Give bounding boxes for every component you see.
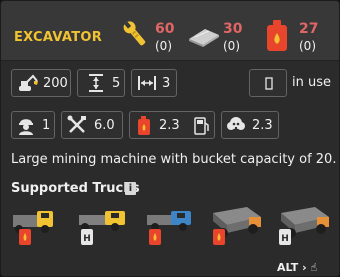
alt-label: ALT xyxy=(277,261,299,274)
height-value: 5 xyxy=(112,76,121,91)
fuel-value: 2.3 xyxy=(159,118,180,133)
truck-yellow-small-icon[interactable] xyxy=(9,203,69,247)
tools-icon xyxy=(67,115,86,133)
gas-pump-icon xyxy=(194,117,209,135)
pollution-value: 2.3 xyxy=(252,118,273,133)
capacity-stat: 200 xyxy=(11,69,71,97)
steel-plate-icon xyxy=(189,29,219,47)
wrench-available: (0) xyxy=(155,39,172,53)
pollution-skull-icon xyxy=(227,117,245,130)
maintenance-value: 6.0 xyxy=(94,118,115,133)
alt-hint: ALT › ☝ xyxy=(277,261,317,274)
svg-text:H: H xyxy=(281,234,289,244)
in-use-box xyxy=(249,69,287,97)
width-value: 3 xyxy=(162,76,171,91)
fuel-can-small-icon xyxy=(138,116,150,135)
truck-large-hydrogen-icon[interactable]: H xyxy=(275,203,335,247)
info-icon[interactable]: i xyxy=(125,182,136,195)
height-icon xyxy=(89,74,103,92)
in-use-label: in use xyxy=(292,75,331,90)
tooltip-header: EXCAVATOR 60 (0) 30 (0) 27 (0) xyxy=(1,1,339,61)
fuel-available: (0) xyxy=(299,39,316,53)
wrench-cost-value: 60 xyxy=(155,21,175,37)
capacity-value: 200 xyxy=(43,76,68,91)
chevron-right-icon: › xyxy=(302,261,307,274)
hand-cursor-icon: ☝ xyxy=(310,261,318,274)
steel-available: (0) xyxy=(223,39,240,53)
machine-description: Large mining machine with bucket capacit… xyxy=(11,152,337,167)
maintenance-stat: 6.0 xyxy=(61,111,123,139)
steel-cost-value: 30 xyxy=(223,21,243,37)
truck-yellow-hydrogen-icon[interactable]: H xyxy=(75,203,135,247)
excavator-icon xyxy=(19,74,38,91)
workers-value: 1 xyxy=(42,118,51,133)
fuel-cost-value: 27 xyxy=(299,21,319,37)
machine-title: EXCAVATOR xyxy=(14,30,103,45)
excavator-tooltip: EXCAVATOR 60 (0) 30 (0) 27 (0) 200 5 3 i… xyxy=(0,0,340,277)
worker-icon xyxy=(19,119,33,135)
fuel-stat: 2.3 xyxy=(129,111,215,139)
in-use-icon xyxy=(265,77,273,90)
height-stat: 5 xyxy=(77,69,125,97)
fuel-can-icon xyxy=(267,20,287,51)
truck-large-gray-icon[interactable] xyxy=(209,203,269,247)
workers-stat: 1 xyxy=(11,111,55,139)
svg-text:H: H xyxy=(83,234,91,244)
pollution-stat: 2.3 xyxy=(221,111,279,139)
wrench-icon xyxy=(123,21,146,46)
width-icon xyxy=(138,76,156,90)
width-stat: 3 xyxy=(131,69,177,97)
supported-trucks-heading: Supported Trucks xyxy=(11,181,140,196)
truck-blue-icon[interactable] xyxy=(145,203,205,247)
